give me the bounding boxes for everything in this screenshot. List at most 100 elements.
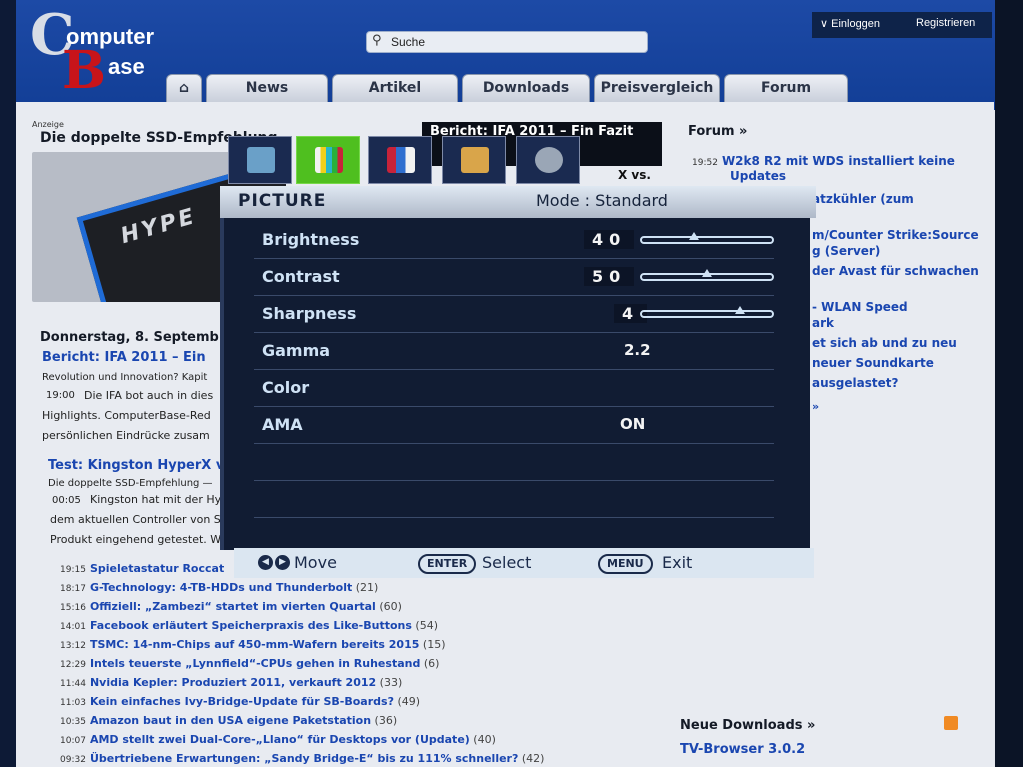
contrast-slider[interactable]: [640, 269, 774, 281]
comment-count[interactable]: (6): [420, 657, 440, 670]
comment-count[interactable]: (21): [352, 581, 379, 594]
news-list-item[interactable]: 18:17 G-Technology: 4-TB-HDDs und Thunder…: [60, 581, 378, 594]
monitor-bezel-left: [0, 0, 16, 767]
row-label: Brightness: [262, 230, 360, 249]
tab-artikel[interactable]: Artikel: [332, 74, 458, 102]
news-headline-kingston[interactable]: Test: Kingston HyperX v: [48, 458, 224, 473]
news-title[interactable]: Offiziell: „Zambezi“ startet im vierten …: [90, 600, 376, 613]
news-list-item[interactable]: 09:32 Übertriebene Erwartungen: „Sandy Br…: [60, 752, 544, 765]
comment-count[interactable]: (33): [376, 676, 403, 689]
main-nav: ⌂ News Artikel Downloads Preisvergleich …: [162, 74, 862, 102]
logo-text-ase: ase: [108, 54, 145, 79]
login-link[interactable]: ∨ Einloggen: [820, 17, 880, 30]
osd-row-color[interactable]: Color: [254, 370, 774, 407]
news-time: 12:29: [60, 660, 86, 670]
system-icon[interactable]: [516, 136, 580, 184]
news-list-item[interactable]: 19:15 Spieletastatur Roccat: [60, 562, 224, 575]
ad-label: Anzeige: [32, 120, 64, 129]
news-title[interactable]: AMD stellt zwei Dual-Core-„Llano“ für De…: [90, 733, 470, 746]
comment-count[interactable]: (49): [394, 695, 420, 708]
row-label: Contrast: [262, 267, 340, 286]
forum-item-4[interactable]: der Avast für schwachen: [812, 264, 979, 278]
news-title[interactable]: Intels teuerste „Lynnfield“-CPUs gehen i…: [90, 657, 420, 670]
footer-select: Select: [482, 553, 532, 572]
forum-item-2[interactable]: atzkühler (zum: [812, 192, 914, 206]
news-list-item[interactable]: 11:03 Kein einfaches Ivy-Bridge-Update fü…: [60, 695, 420, 708]
news-time: 19:15: [60, 565, 86, 575]
news-date: Donnerstag, 8. Septemb: [40, 330, 219, 345]
slider-knob[interactable]: [702, 269, 712, 277]
news-headline-ifa[interactable]: Bericht: IFA 2011 – Ein: [42, 350, 206, 365]
news-subtitle-kingston: Die doppelte SSD-Empfehlung —: [48, 478, 213, 489]
mode-label: Mode :: [536, 191, 591, 210]
right-arrow-icon: ▶: [275, 555, 290, 570]
search-icon: ⚲: [372, 33, 382, 48]
news-title[interactable]: Nvidia Kepler: Produziert 2011, verkauft…: [90, 676, 376, 689]
osd-body: Brightness 40 Contrast 50 Sharpness 4 Ga…: [220, 218, 810, 550]
news-list-item[interactable]: 14:01 Facebook erläutert Speicherpraxis d…: [60, 619, 438, 632]
news-title[interactable]: TSMC: 14-nm-Chips auf 450-mm-Wafern bere…: [90, 638, 419, 651]
enter-key[interactable]: ENTER: [418, 554, 477, 574]
osd-row-brightness[interactable]: Brightness 40: [254, 222, 774, 259]
slider-knob[interactable]: [689, 232, 699, 240]
news-time: 13:12: [60, 641, 86, 651]
osd-row-empty-2: [254, 481, 774, 518]
downloads-heading[interactable]: Neue Downloads »: [680, 718, 815, 733]
news-title[interactable]: G-Technology: 4-TB-HDDs und Thunderbolt: [90, 581, 352, 594]
tab-downloads[interactable]: Downloads: [462, 74, 590, 102]
osd-mode[interactable]: Mode : Standard: [536, 191, 668, 210]
comment-count[interactable]: (42): [518, 752, 545, 765]
news-list-item[interactable]: 10:07 AMD stellt zwei Dual-Core-„Llano“ f…: [60, 733, 496, 746]
row-value: ON: [620, 415, 646, 433]
comment-count[interactable]: (40): [470, 733, 496, 746]
news-time: 18:17: [60, 584, 86, 594]
news-list-item[interactable]: 12:29 Intels teuerste „Lynnfield“-CPUs ge…: [60, 657, 439, 670]
news-list-item[interactable]: 13:12 TSMC: 14-nm-Chips auf 450-mm-Wafern…: [60, 638, 445, 651]
picture-icon[interactable]: [296, 136, 360, 184]
row-label: Sharpness: [262, 304, 357, 323]
slider-knob[interactable]: [735, 306, 745, 314]
brightness-slider[interactable]: [640, 232, 774, 244]
forum-item-3[interactable]: m/Counter Strike:Source: [812, 228, 979, 242]
audio-icon[interactable]: [442, 136, 506, 184]
news-title[interactable]: Facebook erläutert Speicherpraxis des Li…: [90, 619, 412, 632]
tab-forum[interactable]: Forum: [724, 74, 848, 102]
tab-news[interactable]: News: [206, 74, 328, 102]
tab-preisvergleich[interactable]: Preisvergleich: [594, 74, 720, 102]
picture-advanced-icon[interactable]: [368, 136, 432, 184]
comment-count[interactable]: (15): [419, 638, 446, 651]
site-logo[interactable]: C omputer B ase: [28, 2, 178, 101]
news-text-kingston-2: dem aktuellen Controller von S: [50, 513, 221, 526]
tab-home[interactable]: ⌂: [166, 74, 202, 102]
comment-count[interactable]: (36): [371, 714, 398, 727]
rss-icon[interactable]: [944, 716, 958, 730]
account-bar: ∨ Einloggen Registrieren: [812, 12, 992, 38]
row-label: AMA: [262, 415, 303, 434]
news-list-item[interactable]: 15:16 Offiziell: „Zambezi“ startet im vie…: [60, 600, 402, 613]
forum-item-5[interactable]: - WLAN Speed: [812, 300, 908, 314]
osd-row-contrast[interactable]: Contrast 50: [254, 259, 774, 296]
forum-item-6-line2[interactable]: neuer Soundkarte: [812, 356, 934, 370]
news-title[interactable]: Übertriebene Erwartungen: „Sandy Bridge-…: [90, 752, 518, 765]
comment-count[interactable]: (54): [412, 619, 438, 632]
display-settings-icon[interactable]: [228, 136, 292, 184]
osd-row-sharpness[interactable]: Sharpness 4: [254, 296, 774, 333]
news-list-item[interactable]: 11:44 Nvidia Kepler: Produziert 2011, ver…: [60, 676, 402, 689]
osd-row-ama[interactable]: AMA ON: [254, 407, 774, 444]
osd-row-gamma[interactable]: Gamma 2.2: [254, 333, 774, 370]
forum-item-6[interactable]: et sich ab und zu neu: [812, 336, 957, 350]
search-input[interactable]: ⚲ Suche: [366, 31, 648, 53]
downloads-item[interactable]: TV-Browser 3.0.2: [680, 742, 805, 757]
forum-item-6-line3[interactable]: ausgelastet?: [812, 376, 898, 390]
register-link[interactable]: Registrieren: [916, 17, 975, 29]
news-title[interactable]: Spieletastatur Roccat: [90, 562, 224, 575]
news-title[interactable]: Kein einfaches Ivy-Bridge-Update für SB-…: [90, 695, 394, 708]
sharpness-slider[interactable]: [640, 306, 774, 318]
news-title[interactable]: Amazon baut in den USA eigene Paketstati…: [90, 714, 371, 727]
news-time: 15:16: [60, 603, 86, 613]
monitor-bezel-right: [995, 0, 1023, 767]
comment-count[interactable]: (60): [376, 600, 402, 613]
news-list-item[interactable]: 10:35 Amazon baut in den USA eigene Paket…: [60, 714, 397, 727]
forum-item-3-line2[interactable]: g (Server): [812, 244, 880, 258]
menu-key[interactable]: MENU: [598, 554, 653, 574]
